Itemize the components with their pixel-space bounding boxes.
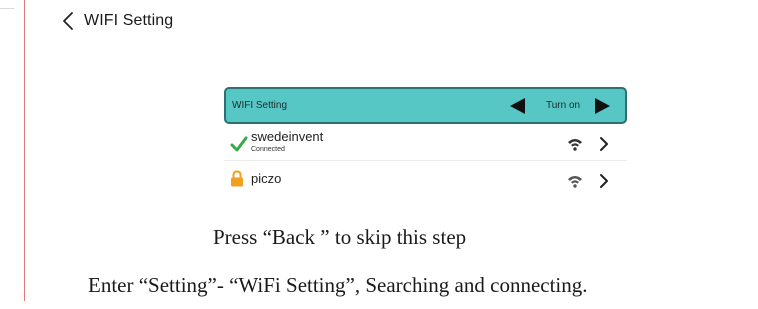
- chevron-right-icon[interactable]: [599, 173, 609, 194]
- network-status: Connected: [251, 146, 285, 153]
- triangle-left-icon[interactable]: [510, 98, 525, 114]
- setting-instruction: Enter “Setting”- “WiFi Setting”, Searchi…: [88, 273, 588, 297]
- network-row-swedeinvent[interactable]: swedeinvent Connected: [224, 128, 627, 162]
- wifi-signal-icon: [567, 175, 583, 193]
- network-name: swedeinvent: [251, 129, 324, 144]
- margin-line: [24, 0, 25, 301]
- network-row-piczo[interactable]: piczo: [224, 165, 627, 199]
- checkmark-icon: [230, 136, 248, 157]
- wifi-signal-icon: [567, 138, 583, 156]
- page-edge-tick: [0, 8, 14, 9]
- skip-instruction: Press “Back ” to skip this step: [213, 225, 467, 249]
- triangle-right-icon[interactable]: [595, 98, 610, 114]
- page-title: WIFI Setting: [84, 12, 174, 29]
- row-divider: [224, 160, 627, 161]
- lock-icon: [230, 170, 244, 192]
- chevron-right-icon[interactable]: [599, 136, 609, 157]
- wifi-setting-bar[interactable]: WIFI Setting Turn on: [224, 87, 627, 124]
- header: WIFI Setting: [62, 10, 173, 32]
- chevron-left-icon[interactable]: [62, 10, 80, 32]
- wifi-setting-label: WIFI Setting: [232, 100, 288, 111]
- wifi-setting-value: Turn on: [546, 100, 581, 111]
- network-name: piczo: [251, 171, 282, 186]
